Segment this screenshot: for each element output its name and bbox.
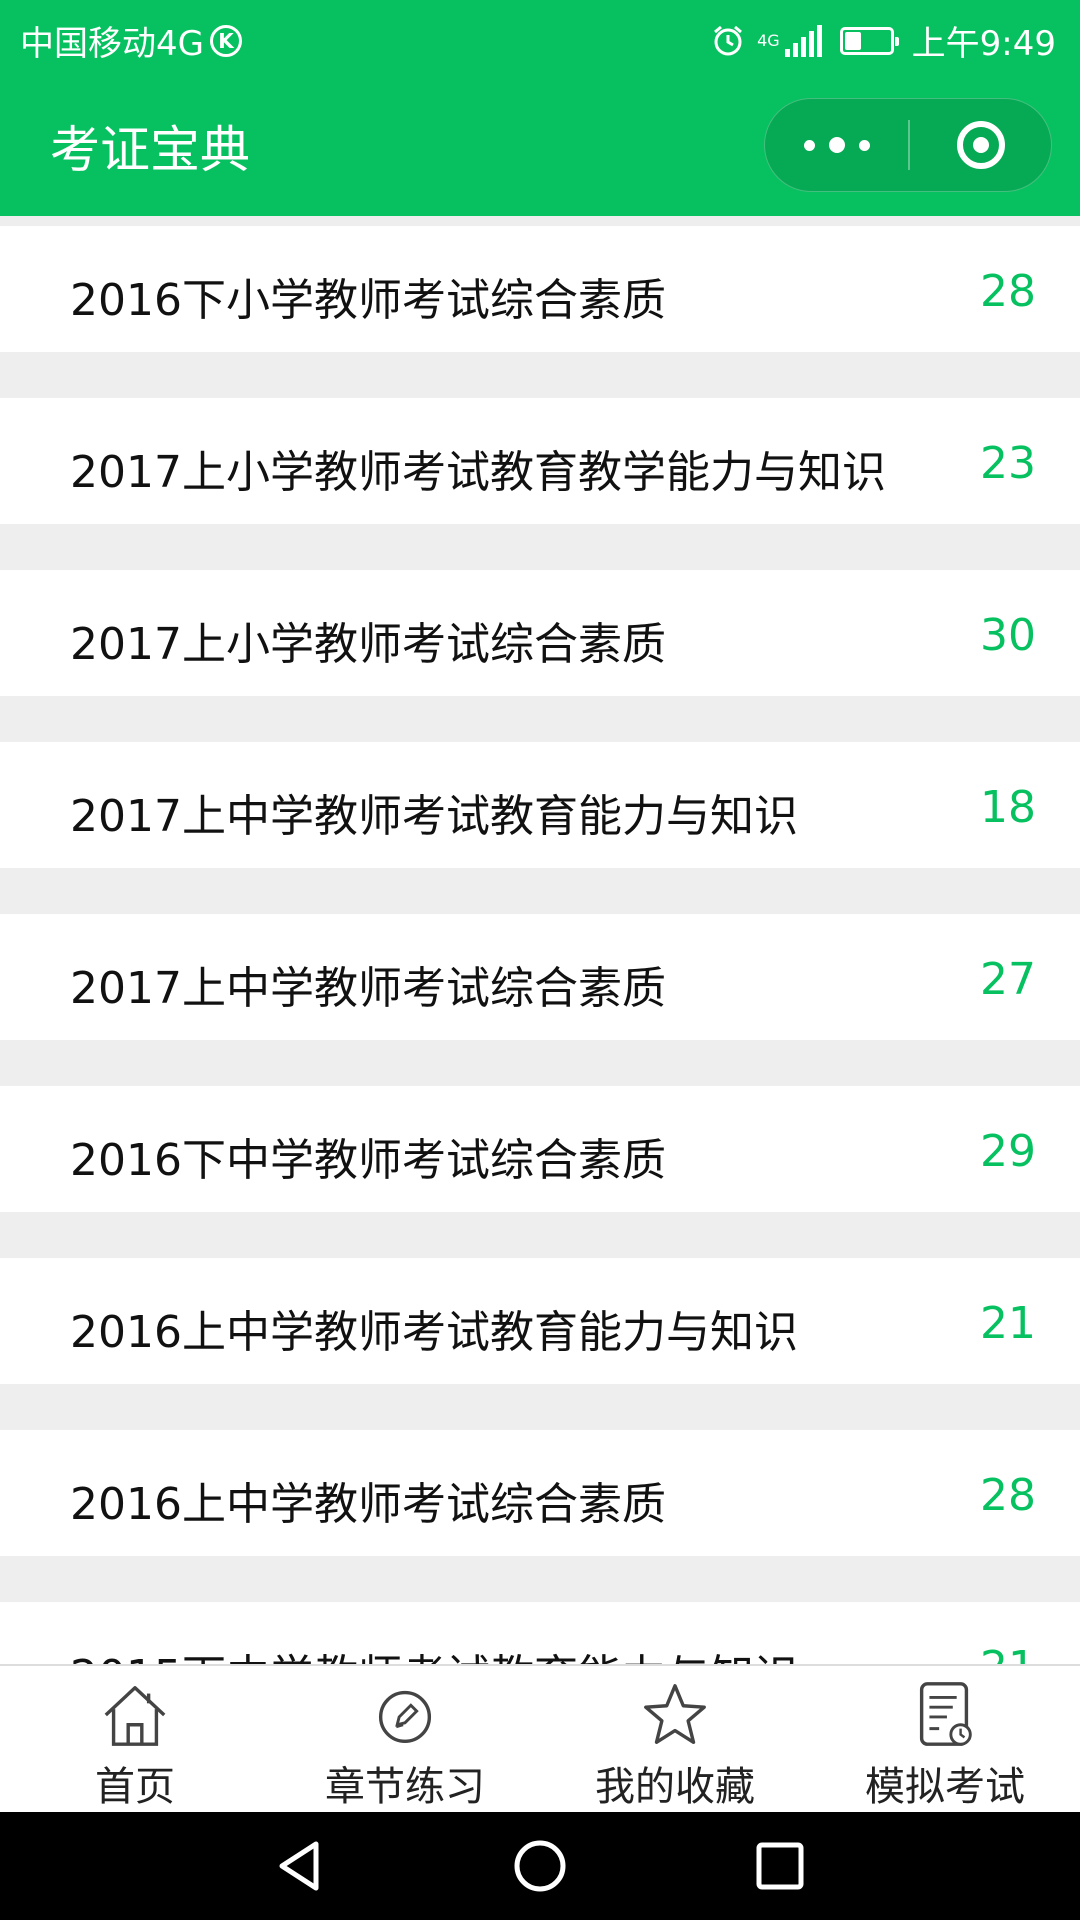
item-count: 18 <box>980 782 1036 833</box>
list-item[interactable]: 2017上小学教师考试教育教学能力与知识 23 <box>0 398 1080 524</box>
tab-label: 首页 <box>95 1764 175 1810</box>
close-icon <box>956 121 1005 169</box>
item-title: 2016下小学教师考试综合素质 <box>70 275 666 326</box>
status-bar: 中国移动4G K 4G 上午9:49 <box>0 0 1080 74</box>
item-title: 2015下中学教师考试教育能力与知识 <box>70 1640 798 1664</box>
more-button[interactable] <box>765 98 908 192</box>
item-title: 2016上中学教师考试综合素质 <box>70 1479 666 1530</box>
recents-icon[interactable] <box>750 1836 810 1896</box>
exam-icon <box>919 1682 972 1746</box>
more-icon-center-dot <box>828 137 845 153</box>
item-count: 28 <box>980 266 1036 317</box>
signal-icon <box>782 24 822 57</box>
tab-label: 模拟考试 <box>865 1764 1025 1810</box>
item-count: 23 <box>980 438 1036 489</box>
item-title: 2017上小学教师考试综合素质 <box>70 619 666 670</box>
item-count: 28 <box>980 1470 1036 1521</box>
item-count: 29 <box>980 1126 1036 1177</box>
status-time: 上午9:49 <box>911 24 1056 64</box>
alarm-icon <box>714 25 743 55</box>
mini-program-capsule <box>764 98 1052 192</box>
more-icon-dot <box>858 139 870 151</box>
item-count: 30 <box>980 610 1036 661</box>
tab-label: 我的收藏 <box>595 1764 755 1810</box>
list-item[interactable]: 2016上中学教师考试综合素质 28 <box>0 1430 1080 1556</box>
more-icon <box>803 139 815 151</box>
item-title: 2017上中学教师考试综合素质 <box>70 963 666 1014</box>
network-label: 4G <box>757 30 780 50</box>
tab-bar: 首页 章节练习 我的收藏 模拟考试 <box>0 1664 1080 1812</box>
page-title: 考证宝典 <box>50 121 250 179</box>
tab-chapter-practice[interactable]: 章节练习 <box>270 1666 540 1812</box>
tab-mock-exam[interactable]: 模拟考试 <box>810 1666 1080 1812</box>
tab-home[interactable]: 首页 <box>0 1666 270 1812</box>
item-count: 27 <box>980 954 1036 1005</box>
home-circle-icon[interactable] <box>510 1836 570 1896</box>
list-item[interactable]: 2016上中学教师考试教育能力与知识 21 <box>0 1258 1080 1384</box>
list-item[interactable]: 2015下中学教师考试教育能力与知识 21 <box>0 1602 1080 1664</box>
close-button[interactable] <box>910 98 1051 192</box>
system-nav-bar <box>0 1812 1080 1920</box>
list-item[interactable]: 2017上中学教师考试教育能力与知识 18 <box>0 742 1080 868</box>
item-title: 2016下中学教师考试综合素质 <box>70 1135 666 1186</box>
item-title: 2017上中学教师考试教育能力与知识 <box>70 791 798 842</box>
star-icon <box>644 1684 706 1744</box>
back-icon[interactable] <box>270 1836 330 1896</box>
carrier-badge-icon: K <box>209 24 242 57</box>
list-item[interactable]: 2017上小学教师考试综合素质 30 <box>0 570 1080 696</box>
item-title: 2016上中学教师考试教育能力与知识 <box>70 1307 798 1358</box>
status-right: 4G 上午9:49 <box>711 16 1056 65</box>
list-item[interactable]: 2017上中学教师考试综合素质 27 <box>0 914 1080 1040</box>
pencil-icon <box>378 1690 432 1743</box>
battery-fill <box>844 31 862 50</box>
item-count: 21 <box>980 1642 1036 1664</box>
carrier-label: 中国移动4G <box>20 24 204 64</box>
nav-bar: 考证宝典 <box>0 74 1080 216</box>
battery-icon <box>839 26 899 55</box>
home-icon <box>104 1686 166 1746</box>
item-count: 21 <box>980 1298 1036 1349</box>
status-left: 中国移动4G K <box>20 16 242 65</box>
list-item[interactable]: 2016下中学教师考试综合素质 29 <box>0 1086 1080 1212</box>
exam-list[interactable]: 2016下小学教师考试综合素质 28 2017上小学教师考试教育教学能力与知识 … <box>0 216 1080 1664</box>
tab-favorites[interactable]: 我的收藏 <box>540 1666 810 1812</box>
tab-label: 章节练习 <box>325 1764 485 1810</box>
list-item[interactable]: 2016下小学教师考试综合素质 28 <box>0 226 1080 352</box>
item-title: 2017上小学教师考试教育教学能力与知识 <box>70 447 886 498</box>
